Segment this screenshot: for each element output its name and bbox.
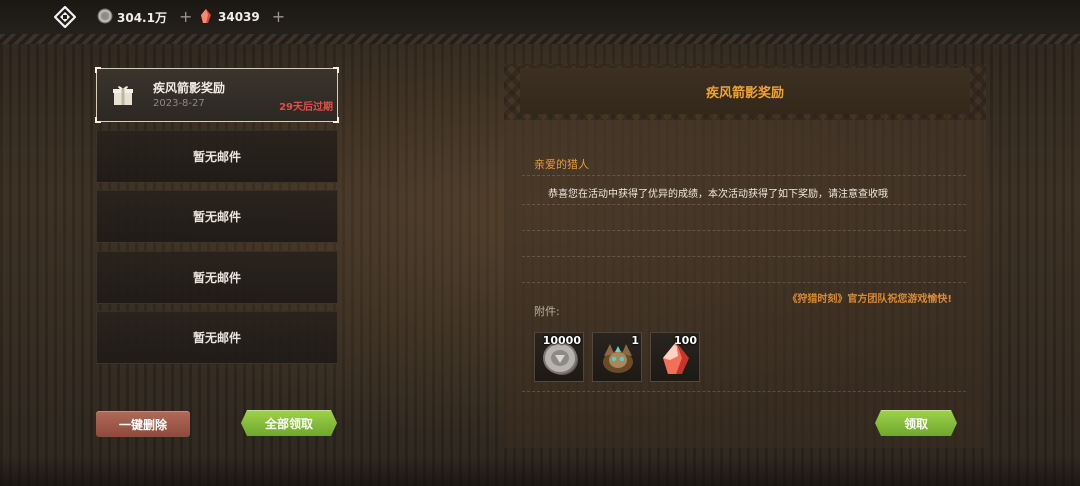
empty-mail-label: 暂无邮件	[192, 150, 241, 164]
currency-silver-value: 304.1万	[117, 10, 167, 25]
attachment-slot[interactable]: 1	[592, 332, 642, 382]
empty-mail-label: 暂无邮件	[192, 331, 241, 345]
mail-item-empty[interactable]: 暂无邮件	[96, 190, 338, 243]
red-crystal-icon	[198, 8, 214, 27]
empty-mail-label: 暂无邮件	[192, 271, 241, 285]
delete-all-button[interactable]: 一键删除	[96, 411, 190, 437]
divider-line	[522, 175, 966, 176]
divider-line	[522, 204, 966, 205]
attachments-label: 附件:	[534, 305, 560, 318]
divider-line	[522, 256, 966, 257]
delete-all-label: 一键删除	[118, 417, 167, 432]
gift-box-icon	[111, 83, 135, 107]
attachment-slot[interactable]: 10000	[534, 332, 584, 382]
selection-corner	[95, 67, 101, 73]
bottom-shadow	[0, 456, 1080, 486]
silver-coin-icon	[97, 8, 113, 27]
top-decorative-trim	[0, 34, 1080, 44]
claim-all-button[interactable]: 全部领取	[241, 410, 337, 436]
currency-crystal: 34039 +	[198, 6, 285, 28]
attachment-qty: 10000	[542, 334, 581, 347]
add-crystal-button[interactable]: +	[272, 9, 285, 25]
currency-silver: 304.1万 +	[97, 6, 192, 28]
claim-button[interactable]: 领取	[875, 410, 957, 436]
diamond-logo-icon[interactable]	[53, 5, 77, 29]
claim-label: 领取	[903, 416, 928, 431]
mail-title: 疾风箭影奖励	[153, 81, 226, 95]
attachment-qty: 1	[631, 334, 639, 347]
divider-line	[522, 230, 966, 231]
mail-item-empty[interactable]: 暂无邮件	[96, 130, 338, 183]
mail-detail-title: 疾风箭影奖励	[705, 86, 784, 101]
mail-expire-label: 29天后过期	[279, 102, 333, 113]
mail-date: 2023-8-27	[153, 98, 205, 109]
mail-greeting: 亲爱的猎人	[534, 158, 589, 171]
divider-line	[522, 391, 966, 392]
mail-item-empty[interactable]: 暂无邮件	[96, 311, 338, 364]
mail-signature: 《狩猎时刻》官方团队祝您游戏愉快!	[787, 294, 952, 305]
currency-crystal-value: 34039	[218, 10, 260, 24]
divider-line	[522, 282, 966, 283]
empty-mail-label: 暂无邮件	[192, 210, 241, 224]
selection-corner	[333, 67, 339, 73]
attachment-qty: 100	[674, 334, 697, 347]
selection-corner	[95, 117, 101, 123]
mail-body-text: 恭喜您在活动中获得了优异的成绩，本次活动获得了如下奖励，请注意查收哦	[548, 189, 888, 200]
mail-item-selected[interactable]: 疾风箭影奖励 2023-8-27 29天后过期	[95, 67, 339, 123]
mail-item-empty[interactable]: 暂无邮件	[96, 251, 338, 304]
add-silver-button[interactable]: +	[179, 9, 192, 25]
claim-all-label: 全部领取	[264, 416, 313, 431]
selection-corner	[333, 117, 339, 123]
attachment-slot[interactable]: 100	[650, 332, 700, 382]
